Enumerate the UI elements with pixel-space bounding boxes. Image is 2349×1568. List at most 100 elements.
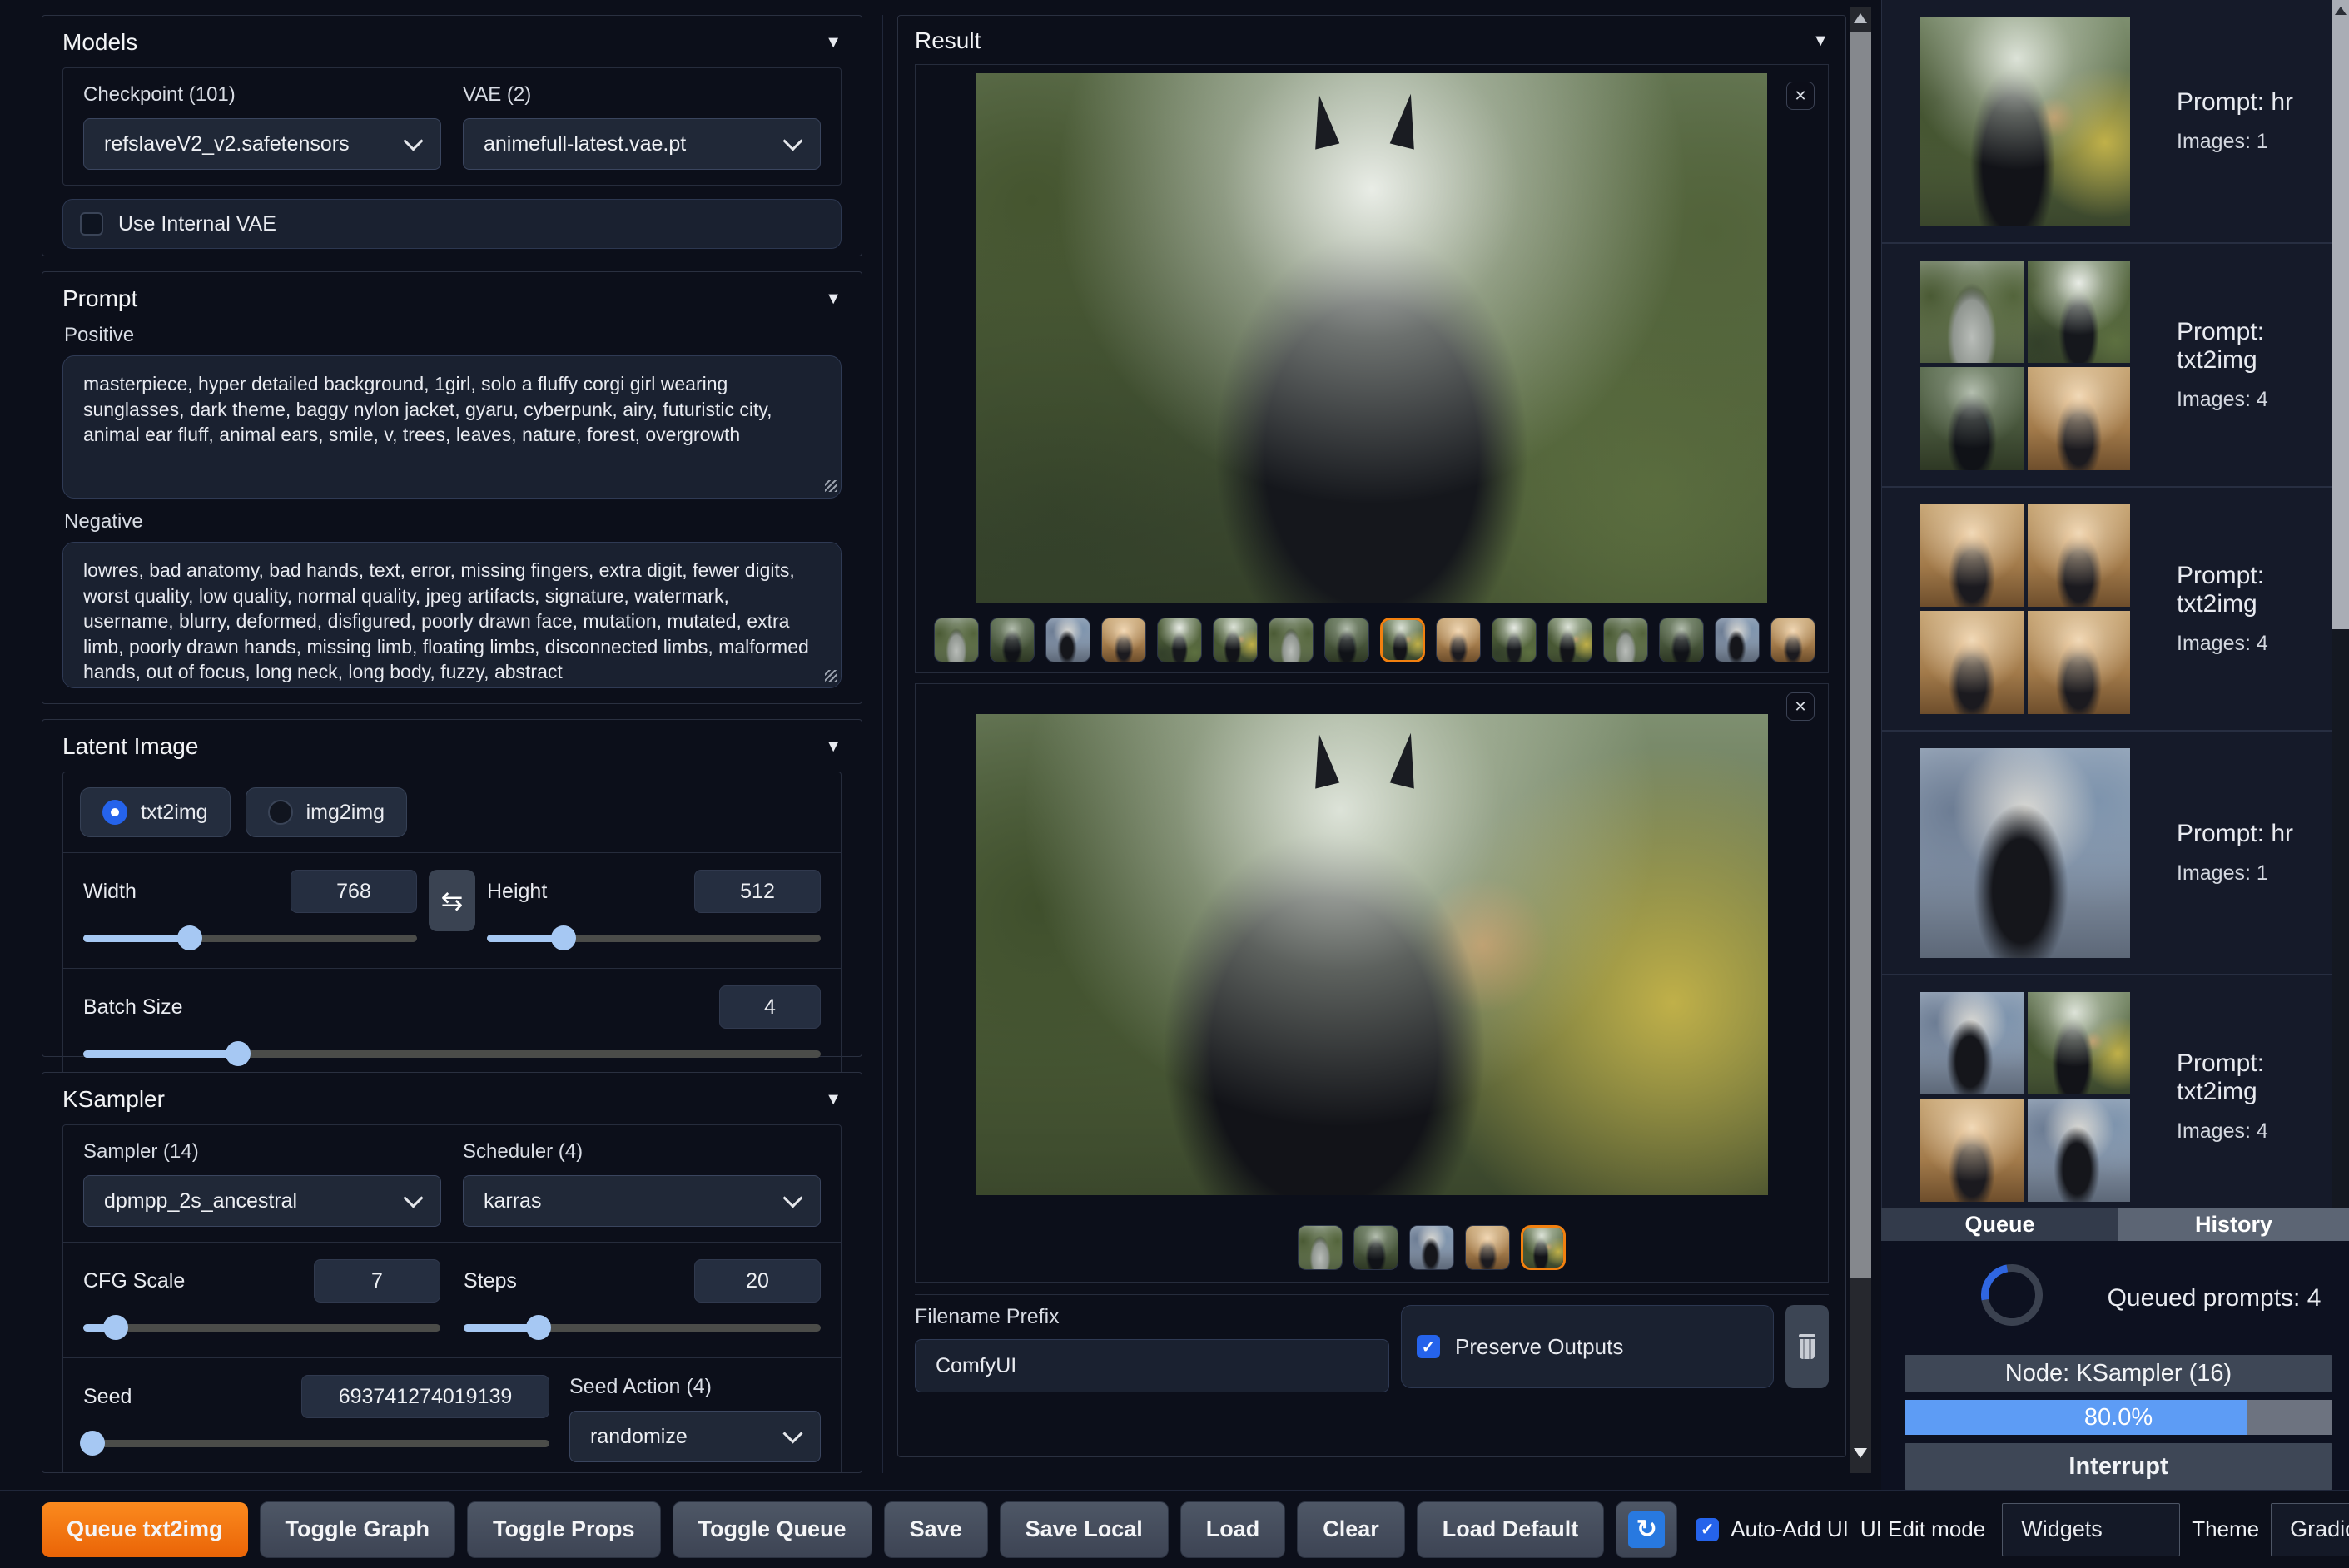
collapse-icon[interactable]: ▼ [825, 737, 842, 757]
load-button[interactable]: Load [1179, 1501, 1286, 1558]
history-thumbnail-grid[interactable] [1920, 991, 2130, 1202]
toggle-queue-button[interactable]: Toggle Queue [672, 1501, 872, 1558]
sidebar-tabs: Queue History [1881, 1208, 2349, 1241]
gallery-thumbnail-selected[interactable] [1521, 1225, 1566, 1270]
main-scrollbar[interactable] [1850, 7, 1871, 1473]
negative-prompt-textarea[interactable]: lowres, bad anatomy, bad hands, text, er… [62, 542, 842, 688]
gallery-thumbnail-selected[interactable] [1380, 618, 1425, 662]
interrupt-button[interactable]: Interrupt [1905, 1443, 2332, 1490]
refresh-button[interactable]: ↻ [1616, 1501, 1678, 1558]
gallery-thumbnail[interactable] [1436, 618, 1481, 662]
steps-slider[interactable] [464, 1314, 821, 1341]
preserve-outputs-checkbox[interactable]: ✓ [1417, 1335, 1440, 1358]
gallery-thumbnail[interactable] [1157, 618, 1202, 662]
collapse-icon[interactable]: ▼ [825, 33, 842, 52]
tab-history[interactable]: History [2118, 1208, 2349, 1241]
gallery-thumbnail[interactable] [1547, 618, 1592, 662]
width-slider[interactable] [83, 925, 417, 951]
sidebar-scrollbar-thumb[interactable] [2332, 0, 2349, 629]
steps-slider-knob[interactable] [526, 1315, 552, 1340]
history-entry[interactable]: Prompt: hr Images: 1 [1882, 0, 2333, 244]
height-slider[interactable] [487, 925, 821, 951]
close-icon[interactable]: ✕ [1786, 692, 1815, 721]
txt2img-radio[interactable]: txt2img [80, 787, 231, 837]
load-default-button[interactable]: Load Default [1416, 1501, 1605, 1558]
checkpoint-dropdown[interactable]: refslaveV2_v2.safetensors [83, 118, 441, 170]
gallery-thumbnail[interactable] [1213, 618, 1258, 662]
save-local-button[interactable]: Save Local [999, 1501, 1169, 1558]
gallery-thumbnail[interactable] [1409, 1225, 1454, 1270]
history-entry[interactable]: Prompt: hr Images: 1 [1882, 732, 2333, 975]
positive-prompt-textarea[interactable]: masterpiece, hyper detailed background, … [62, 355, 842, 499]
steps-input[interactable]: 20 [694, 1259, 821, 1303]
resize-grip-icon[interactable] [825, 480, 837, 492]
history-thumbnail[interactable] [1920, 16, 2130, 226]
gallery-thumbnail[interactable] [1715, 618, 1760, 662]
filename-prefix-input[interactable]: ComfyUI [915, 1339, 1389, 1392]
preserve-outputs-row[interactable]: ✓ Preserve Outputs [1401, 1305, 1775, 1388]
seed-slider[interactable] [80, 1430, 549, 1456]
toggle-props-button[interactable]: Toggle Props [467, 1501, 661, 1558]
result-image-2[interactable] [976, 714, 1768, 1195]
scroll-down-icon[interactable] [1854, 1448, 1867, 1458]
swap-dimensions-button[interactable]: ⇆ [429, 870, 475, 931]
gallery-thumbnail[interactable] [1045, 618, 1090, 662]
toggle-graph-button[interactable]: Toggle Graph [259, 1501, 456, 1558]
theme-select[interactable]: Gradio Dark [2271, 1502, 2349, 1556]
height-input[interactable]: 512 [694, 870, 821, 913]
auto-add-ui-checkbox[interactable]: ✓ [1696, 1517, 1720, 1541]
cfg-scale-slider-knob[interactable] [102, 1315, 128, 1340]
width-slider-knob[interactable] [177, 925, 203, 950]
gallery-thumbnail[interactable] [1101, 618, 1146, 662]
gallery-thumbnail[interactable] [1770, 618, 1815, 662]
cfg-scale-slider[interactable] [83, 1314, 440, 1341]
history-thumbnail-grid[interactable] [1920, 260, 2130, 470]
batch-size-slider-knob[interactable] [226, 1041, 251, 1066]
close-icon[interactable]: ✕ [1786, 82, 1815, 110]
sampler-dropdown[interactable]: dpmpp_2s_ancestral [83, 1175, 441, 1227]
scheduler-dropdown[interactable]: karras [463, 1175, 821, 1227]
gallery-thumbnail[interactable] [990, 618, 1035, 662]
gallery-thumbnail[interactable] [934, 618, 979, 662]
sidebar-scrollbar[interactable] [2332, 0, 2349, 1208]
collapse-icon[interactable]: ▼ [825, 290, 842, 309]
history-entry[interactable]: Prompt: txt2img Images: 4 [1882, 244, 2333, 488]
clear-button[interactable]: Clear [1297, 1501, 1405, 1558]
main-scrollbar-thumb[interactable] [1850, 32, 1871, 1278]
result-image-1[interactable] [976, 73, 1767, 603]
widgets-select[interactable]: Widgets [2002, 1502, 2181, 1556]
collapse-icon[interactable]: ▼ [1812, 32, 1829, 51]
clear-outputs-button[interactable] [1785, 1305, 1829, 1388]
gallery-thumbnail[interactable] [1298, 1225, 1343, 1270]
history-entry[interactable]: Prompt: txt2img Images: 4 [1882, 975, 2333, 1208]
history-entry[interactable]: Prompt: txt2img Images: 4 [1882, 488, 2333, 732]
history-thumbnail[interactable] [1920, 747, 2130, 958]
seed-action-dropdown[interactable]: randomize [569, 1411, 821, 1462]
gallery-thumbnail[interactable] [1353, 1225, 1398, 1270]
tab-queue[interactable]: Queue [1881, 1208, 2118, 1241]
history-thumbnail-grid[interactable] [1920, 504, 2130, 714]
seed-slider-knob[interactable] [80, 1431, 106, 1456]
gallery-thumbnail[interactable] [1603, 618, 1648, 662]
gallery-thumbnail[interactable] [1269, 618, 1314, 662]
seed-input[interactable]: 693741274019139 [301, 1375, 549, 1418]
vae-dropdown[interactable]: animefull-latest.vae.pt [463, 118, 821, 170]
cfg-scale-input[interactable]: 7 [314, 1259, 440, 1303]
save-button[interactable]: Save [883, 1501, 988, 1558]
collapse-icon[interactable]: ▼ [825, 1090, 842, 1109]
batch-size-slider[interactable] [83, 1040, 821, 1067]
scroll-up-icon[interactable] [2335, 7, 2347, 15]
gallery-thumbnail[interactable] [1659, 618, 1704, 662]
use-internal-vae-checkbox[interactable] [80, 212, 103, 236]
width-input[interactable]: 768 [291, 870, 417, 913]
img2img-radio[interactable]: img2img [245, 787, 408, 837]
queue-txt2img-button[interactable]: Queue txt2img [42, 1501, 248, 1557]
resize-grip-icon[interactable] [825, 670, 837, 682]
height-slider-knob[interactable] [551, 925, 577, 950]
batch-size-input[interactable]: 4 [719, 985, 821, 1029]
use-internal-vae-row[interactable]: Use Internal VAE [62, 199, 842, 249]
gallery-thumbnail[interactable] [1465, 1225, 1510, 1270]
scroll-up-icon[interactable] [1854, 13, 1867, 23]
gallery-thumbnail[interactable] [1324, 618, 1369, 662]
gallery-thumbnail[interactable] [1492, 618, 1537, 662]
